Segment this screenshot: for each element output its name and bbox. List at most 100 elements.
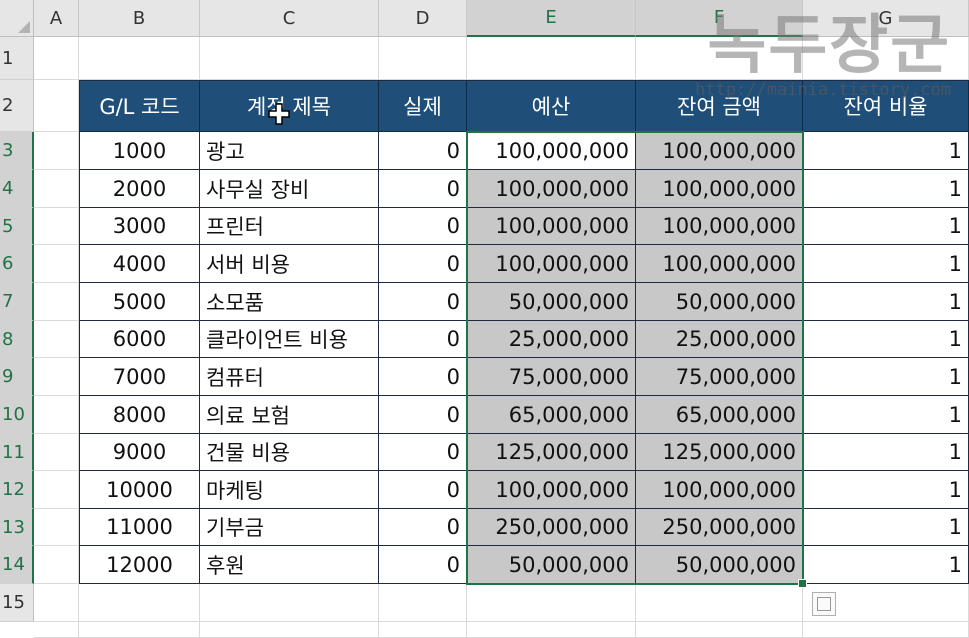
row-header-11[interactable]: 11 [0,434,34,471]
table-cell[interactable]: 2000 [79,170,200,208]
table-cell[interactable]: 0 [379,509,467,546]
table-cell[interactable]: 11000 [79,509,200,546]
table-cell[interactable]: 5000 [79,283,200,321]
table-cell[interactable]: 65,000,000 [467,396,636,434]
table-cell[interactable]: 12000 [79,546,200,584]
table-cell[interactable]: 건물 비용 [200,434,379,471]
table-cell[interactable]: 0 [379,208,467,245]
table-cell[interactable]: 50,000,000 [467,546,636,584]
table-cell[interactable]: 1 [803,321,969,358]
table-cell[interactable]: 1 [803,170,969,208]
row-header-1[interactable]: 1 [0,37,34,80]
table-cell[interactable]: 사무실 장비 [200,170,379,208]
table-cell[interactable]: 의료 보험 [200,396,379,434]
table-cell[interactable]: 서버 비용 [200,245,379,283]
table-cell[interactable]: 0 [379,132,467,170]
column-header-g[interactable]: G [803,0,969,37]
column-header-b[interactable]: B [79,0,200,37]
table-cell[interactable]: 25,000,000 [467,321,636,358]
table-cell[interactable]: 3000 [79,208,200,245]
table-cell[interactable]: 1 [803,358,969,396]
table-header-3[interactable]: 예산 [467,80,636,132]
table-cell[interactable]: 마케팅 [200,471,379,509]
row-header-12[interactable]: 12 [0,471,34,509]
table-header-5[interactable]: 잔여 비율 [803,80,969,132]
table-cell[interactable]: 프린터 [200,208,379,245]
table-cell[interactable]: 1 [803,283,969,321]
table-cell[interactable]: 100,000,000 [467,245,636,283]
table-cell[interactable]: 75,000,000 [467,358,636,396]
table-cell[interactable]: 1 [803,509,969,546]
table-cell[interactable]: 기부금 [200,509,379,546]
table-cell[interactable]: 125,000,000 [467,434,636,471]
table-cell[interactable]: 125,000,000 [636,434,803,471]
table-cell[interactable]: 0 [379,396,467,434]
table-cell[interactable]: 0 [379,245,467,283]
table-cell[interactable]: 1 [803,471,969,509]
table-cell[interactable]: 1 [803,546,969,584]
table-cell[interactable]: 클라이언트 비용 [200,321,379,358]
table-cell[interactable]: 10000 [79,471,200,509]
row-header-13[interactable]: 13 [0,509,34,546]
row-header-6[interactable]: 6 [0,245,34,283]
row-header-15[interactable]: 15 [0,584,34,622]
table-cell[interactable]: 100,000,000 [467,132,636,170]
table-cell[interactable]: 50,000,000 [467,283,636,321]
table-cell[interactable]: 0 [379,471,467,509]
quick-analysis-button[interactable] [812,592,836,616]
table-header-0[interactable]: G/L 코드 [79,80,200,132]
table-cell[interactable]: 1 [803,434,969,471]
table-cell[interactable]: 0 [379,358,467,396]
table-cell[interactable]: 0 [379,170,467,208]
table-cell[interactable]: 100,000,000 [636,170,803,208]
column-header-f[interactable]: F [636,0,803,37]
row-header-5[interactable]: 5 [0,208,34,245]
table-cell[interactable]: 4000 [79,245,200,283]
table-cell[interactable]: 100,000,000 [467,471,636,509]
column-header-a[interactable]: A [34,0,79,37]
table-cell[interactable]: 0 [379,321,467,358]
table-cell[interactable]: 8000 [79,396,200,434]
table-cell[interactable]: 100,000,000 [636,208,803,245]
table-cell[interactable]: 50,000,000 [636,283,803,321]
table-header-4[interactable]: 잔여 금액 [636,80,803,132]
table-cell[interactable]: 소모품 [200,283,379,321]
column-header-e[interactable]: E [467,0,636,37]
row-header-10[interactable]: 10 [0,396,34,434]
table-cell[interactable]: 100,000,000 [636,132,803,170]
table-cell[interactable]: 1 [803,245,969,283]
table-cell[interactable]: 100,000,000 [467,208,636,245]
row-header-7[interactable]: 7 [0,283,34,321]
table-cell[interactable]: 65,000,000 [636,396,803,434]
table-cell[interactable]: 250,000,000 [467,509,636,546]
table-cell[interactable]: 9000 [79,434,200,471]
table-cell[interactable]: 1 [803,208,969,245]
table-cell[interactable]: 100,000,000 [636,471,803,509]
table-cell[interactable]: 100,000,000 [636,245,803,283]
table-cell[interactable]: 25,000,000 [636,321,803,358]
column-header-d[interactable]: D [379,0,467,37]
table-cell[interactable]: 1 [803,396,969,434]
table-cell[interactable]: 광고 [200,132,379,170]
table-cell[interactable]: 7000 [79,358,200,396]
table-cell[interactable]: 75,000,000 [636,358,803,396]
table-cell[interactable]: 후원 [200,546,379,584]
row-header-8[interactable]: 8 [0,321,34,358]
table-cell[interactable]: 컴퓨터 [200,358,379,396]
row-header-3[interactable]: 3 [0,132,34,170]
table-header-2[interactable]: 실제 [379,80,467,132]
table-cell[interactable]: 250,000,000 [636,509,803,546]
row-header-9[interactable]: 9 [0,358,34,396]
table-cell[interactable]: 1000 [79,132,200,170]
row-header-2[interactable]: 2 [0,80,34,132]
table-cell[interactable]: 0 [379,434,467,471]
fill-handle[interactable] [798,579,807,588]
worksheet-grid[interactable]: G/L 코드 계정 제목 실제 예산 잔여 금액 잔여 비율 1000 광고 0 100,000,… [34,37,969,638]
table-cell[interactable]: 6000 [79,321,200,358]
table-cell[interactable]: 50,000,000 [636,546,803,584]
column-header-c[interactable]: C [200,0,379,37]
table-cell[interactable]: 100,000,000 [467,170,636,208]
table-cell[interactable]: 0 [379,546,467,584]
row-header-14[interactable]: 14 [0,546,34,584]
row-header-4[interactable]: 4 [0,170,34,208]
